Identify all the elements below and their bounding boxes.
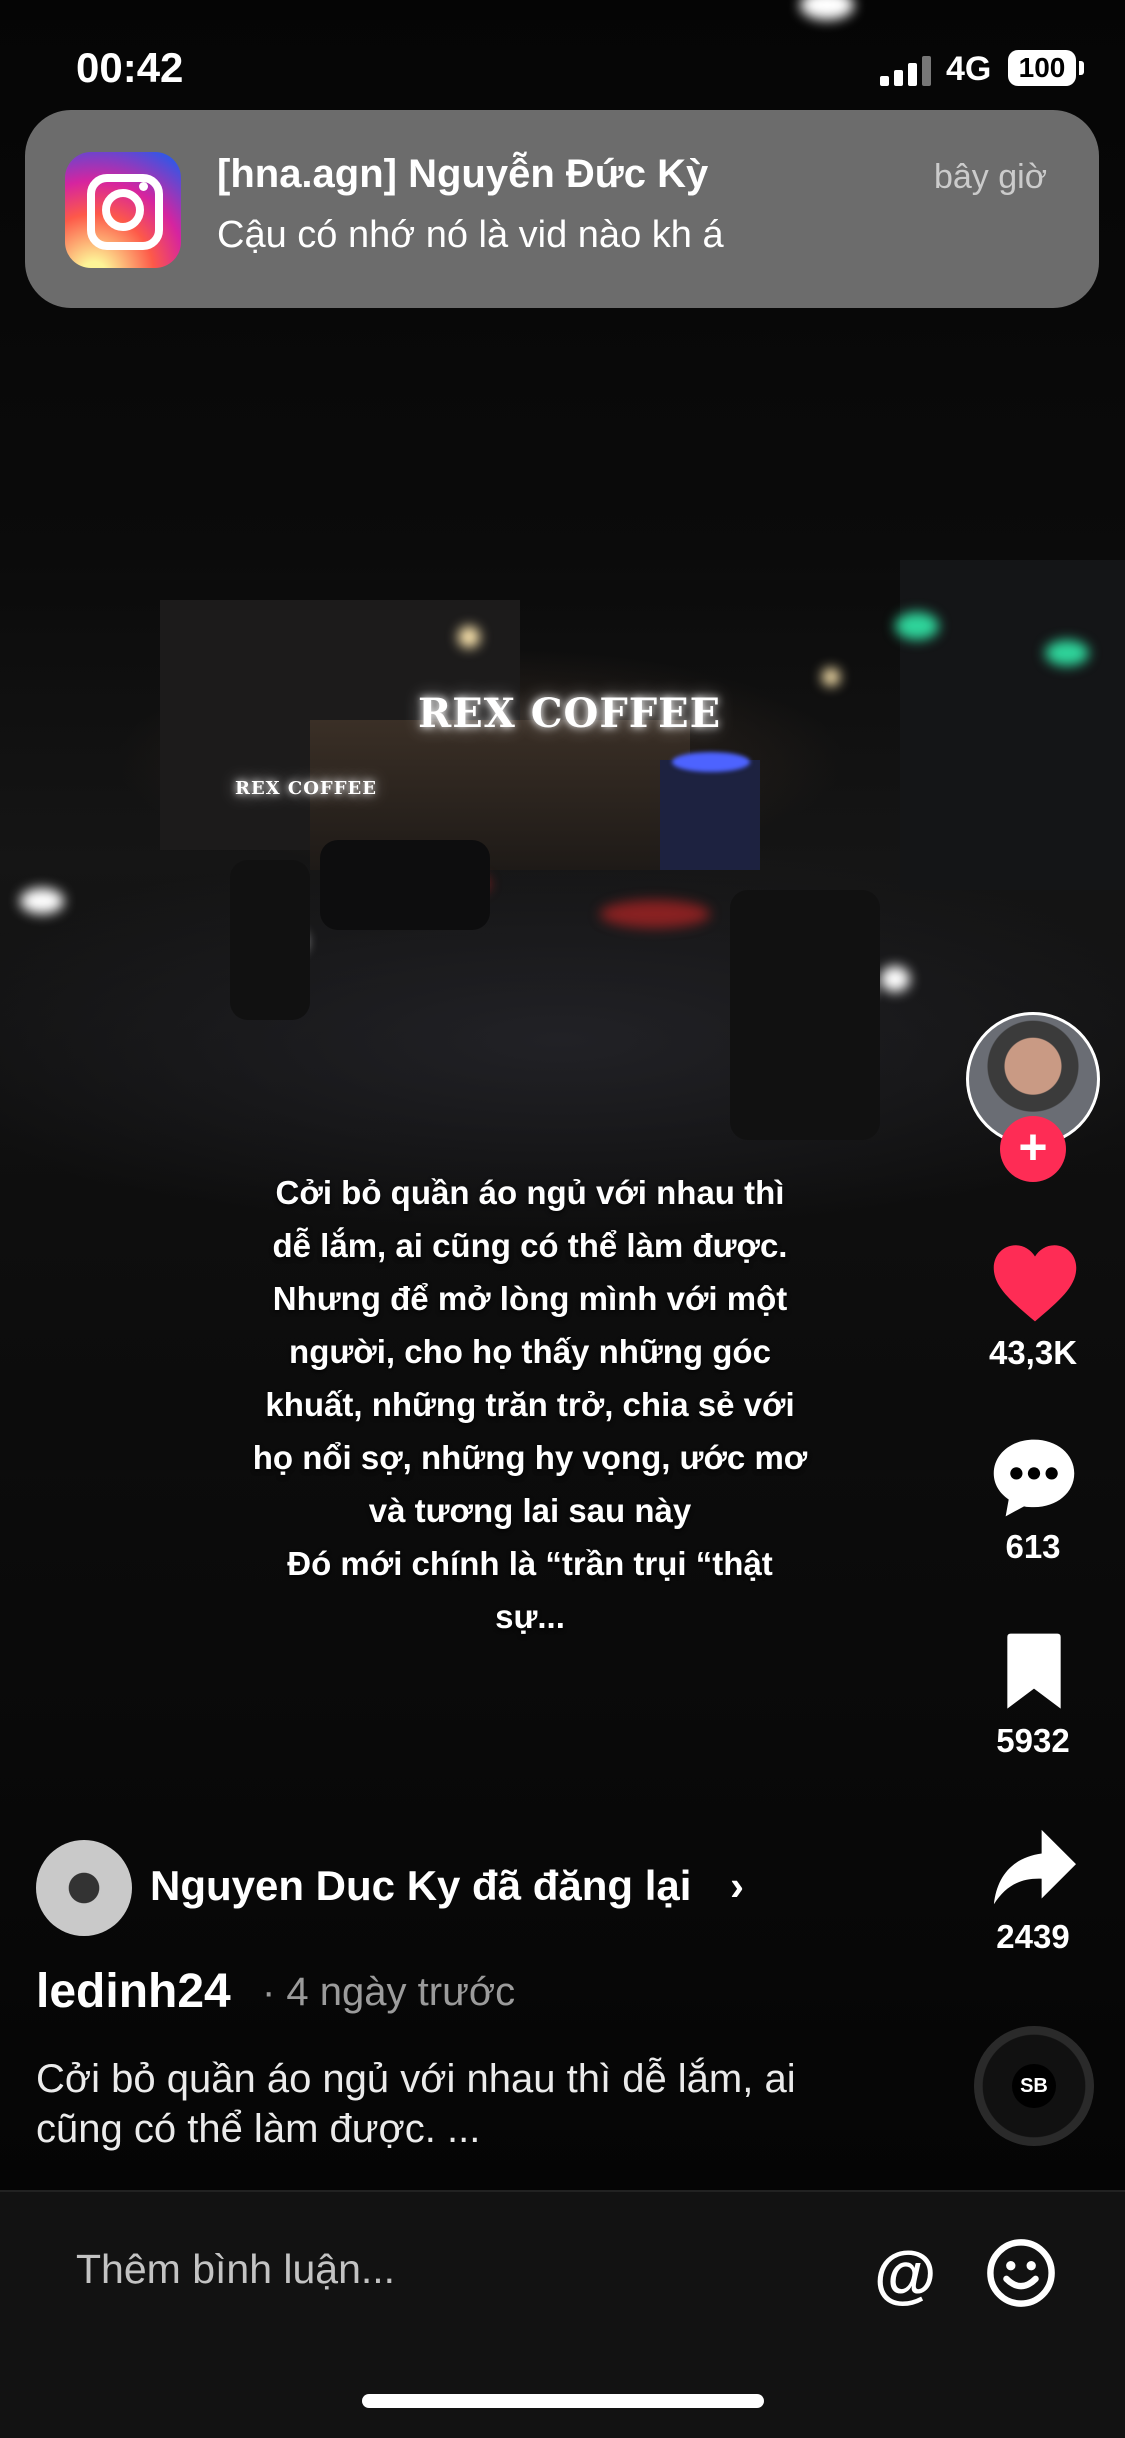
emoji-icon[interactable]	[986, 2238, 1056, 2308]
notification-banner[interactable]: [hna.agn] Nguyễn Đức Kỳ bây giờ Cậu có n…	[25, 110, 1099, 308]
battery-tip	[1079, 61, 1084, 75]
chevron-right-icon[interactable]: ›	[730, 1862, 744, 1910]
battery-icon: 100	[1008, 50, 1076, 86]
status-bar: 00:42 4G 100	[0, 0, 1125, 120]
home-indicator[interactable]	[362, 2394, 764, 2408]
network-type: 4G	[946, 50, 992, 88]
street-light	[822, 668, 840, 686]
motorbike-rider	[730, 890, 880, 1140]
overlay-line: sự...	[495, 1598, 565, 1635]
bookmark-icon[interactable]	[1000, 1632, 1068, 1712]
post-caption[interactable]: Cởi bỏ quần áo ngủ với nhau thì dễ lắm, …	[36, 2054, 796, 2154]
follow-button[interactable]: +	[1000, 1116, 1066, 1182]
headlight	[880, 966, 910, 992]
notification-title: [hna.agn] Nguyễn Đức Kỳ	[217, 152, 709, 196]
headlight	[20, 888, 64, 914]
overlay-line: Cởi bỏ quần áo ngủ với nhau thì	[275, 1174, 785, 1211]
green-light	[1045, 640, 1089, 666]
like-count: 43,3K	[988, 1334, 1078, 1371]
notification-body: Cậu có nhớ nó là vid nào kh á	[217, 214, 724, 256]
motorbike-rider	[230, 860, 310, 1020]
save-count: 5932	[996, 1722, 1070, 1759]
comment-icon[interactable]	[988, 1432, 1080, 1524]
overlay-line: Đó mới chính là “trần trụi “thật	[287, 1545, 773, 1582]
building-right	[900, 560, 1125, 890]
repost-label[interactable]: Nguyen Duc Ky đã đăng lại	[150, 1862, 691, 1910]
car	[320, 840, 490, 930]
music-disc[interactable]: SB	[974, 2026, 1094, 2146]
green-light	[895, 612, 939, 640]
overlay-line: người, cho họ thấy những góc	[289, 1333, 771, 1370]
tail-lights	[600, 900, 710, 928]
status-time: 00:42	[76, 44, 184, 91]
overlay-line: khuất, những trăn trở, chia sẻ với	[265, 1386, 795, 1423]
notification-time: bây giờ	[933, 158, 1047, 196]
video-overlay-text: Cởi bỏ quần áo ngủ với nhau thì dễ lắm, …	[210, 1166, 850, 1643]
share-count: 2439	[996, 1918, 1070, 1955]
sign-blue	[672, 752, 750, 772]
rex-coffee-sign: REX COFFEE	[418, 690, 722, 737]
sound-logo-icon: SB	[1012, 2064, 1056, 2108]
author-username[interactable]: ledinh24	[36, 1964, 231, 2019]
street-light	[458, 626, 480, 648]
rex-coffee-sign-small: REX COFFEE	[235, 778, 377, 799]
cellular-signal-icon	[880, 56, 936, 86]
instagram-icon	[65, 152, 181, 268]
repost-avatar[interactable]	[36, 1840, 132, 1936]
overlay-line: Nhưng để mở lòng mình với một	[272, 1280, 788, 1317]
overlay-line: dễ lắm, ai cũng có thể làm được.	[272, 1227, 788, 1264]
mention-icon[interactable]: @	[874, 2242, 936, 2306]
heart-icon[interactable]	[990, 1240, 1080, 1324]
building-mid	[660, 760, 760, 870]
overlay-line: họ nổi sợ, những hy vọng, ước mơ	[252, 1439, 808, 1476]
comment-input[interactable]: Thêm bình luận...	[76, 2246, 395, 2293]
post-date: · 4 ngày trước	[262, 1970, 516, 2014]
share-icon[interactable]	[988, 1826, 1080, 1910]
comment-count: 613	[1005, 1528, 1061, 1565]
overlay-line: và tương lai sau này	[368, 1492, 692, 1529]
